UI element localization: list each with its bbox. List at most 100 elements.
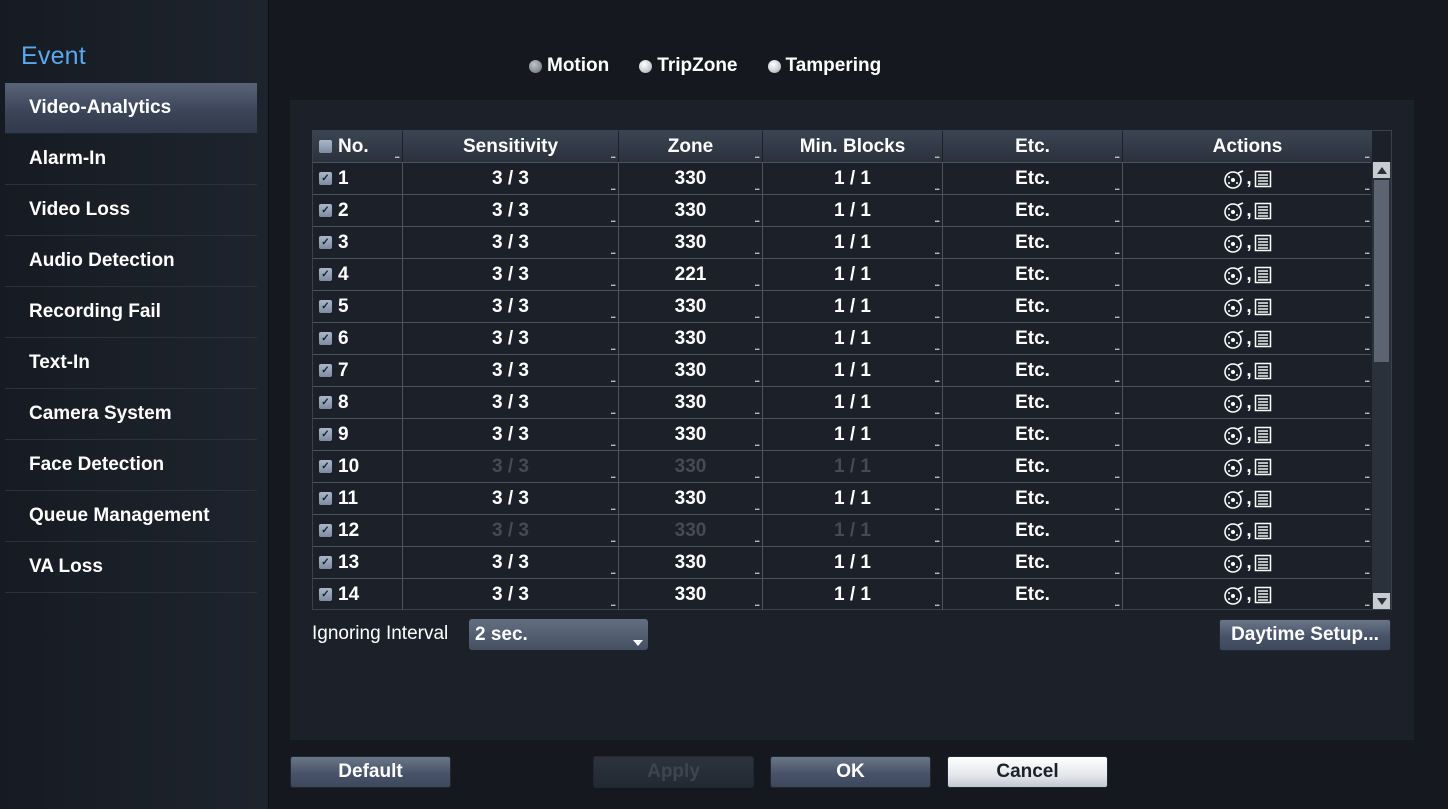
cell-edit-handle[interactable]: ... (754, 471, 759, 480)
cell-etc[interactable]: Etc.... (943, 579, 1123, 610)
cell-edit-handle[interactable]: ... (1114, 311, 1119, 320)
cell-edit-handle[interactable]: ... (934, 535, 939, 544)
cell-min-blocks[interactable]: 1 / 1... (763, 419, 943, 450)
cell-etc[interactable]: Etc.... (943, 291, 1123, 322)
cell-edit-handle[interactable]: ... (934, 343, 939, 352)
row-checkbox[interactable]: ✓ (319, 428, 332, 441)
alarm-dial-icon[interactable] (1223, 201, 1245, 221)
cell-sensitivity[interactable]: 3 / 3... (403, 323, 619, 354)
cell-edit-handle[interactable]: ... (934, 311, 939, 320)
list-icon[interactable] (1254, 394, 1272, 412)
sidebar-item-face-detection[interactable]: Face Detection (5, 440, 257, 491)
row-checkbox[interactable]: ✓ (319, 236, 332, 249)
cell-min-blocks[interactable]: 1 / 1... (763, 387, 943, 418)
cell-actions[interactable]: ,... (1123, 259, 1372, 290)
row-checkbox[interactable]: ✓ (319, 364, 332, 377)
cell-edit-handle[interactable]: ... (934, 375, 939, 384)
cell-edit-handle[interactable]: ... (754, 343, 759, 352)
sidebar-item-camera-system[interactable]: Camera System (5, 389, 257, 440)
cell-edit-handle[interactable]: ... (1114, 535, 1119, 544)
cell-zone[interactable]: 330... (619, 291, 763, 322)
cell-edit-handle[interactable]: ... (1364, 247, 1369, 256)
table-row[interactable]: ✓ 4 3 / 3... 221... 1 / 1... Etc....,... (313, 258, 1372, 290)
row-checkbox[interactable]: ✓ (319, 492, 332, 505)
sidebar-item-queue-management[interactable]: Queue Management (5, 491, 257, 542)
cell-sensitivity[interactable]: 3 / 3... (403, 579, 619, 610)
cell-sensitivity[interactable]: 3 / 3... (403, 291, 619, 322)
radio-button-icon[interactable] (639, 59, 653, 73)
cell-sensitivity[interactable]: 3 / 3... (403, 547, 619, 578)
cell-edit-handle[interactable]: ... (1114, 343, 1119, 352)
cell-edit-handle[interactable]: ... (934, 567, 939, 576)
cell-edit-handle[interactable]: ... (934, 279, 939, 288)
cell-sensitivity[interactable]: 3 / 3... (403, 515, 619, 546)
cell-actions[interactable]: ,... (1123, 419, 1372, 450)
cell-zone[interactable]: 330... (619, 451, 763, 482)
row-checkbox[interactable]: ✓ (319, 556, 332, 569)
cell-no[interactable]: ✓ 14 (313, 579, 403, 610)
cell-edit-handle[interactable]: ... (1114, 503, 1119, 512)
default-button[interactable]: Default (290, 756, 451, 788)
list-icon[interactable] (1254, 426, 1272, 444)
cell-edit-handle[interactable]: ... (754, 375, 759, 384)
cell-edit-handle[interactable]: ... (610, 215, 615, 224)
cell-edit-handle[interactable]: ... (754, 407, 759, 416)
cell-no[interactable]: ✓ 3 (313, 227, 403, 258)
cell-actions[interactable]: ,... (1123, 483, 1372, 514)
cell-actions[interactable]: ,... (1123, 163, 1372, 194)
row-checkbox[interactable]: ✓ (319, 332, 332, 345)
cell-edit-handle[interactable]: ... (610, 407, 615, 416)
cell-no[interactable]: ✓ 10 (313, 451, 403, 482)
cell-zone[interactable]: 330... (619, 515, 763, 546)
cell-min-blocks[interactable]: 1 / 1... (763, 291, 943, 322)
cell-zone[interactable]: 330... (619, 387, 763, 418)
cell-edit-handle[interactable]: ... (1114, 471, 1119, 480)
cell-edit-handle[interactable]: ... (754, 503, 759, 512)
cell-edit-handle[interactable]: ... (934, 599, 939, 608)
list-icon[interactable] (1254, 554, 1272, 572)
cell-no[interactable]: ✓ 9 (313, 419, 403, 450)
sidebar-item-video-analytics[interactable]: Video-Analytics (5, 83, 257, 134)
column-resize-handle[interactable]: ... (934, 151, 939, 160)
alarm-dial-icon[interactable] (1223, 297, 1245, 317)
row-actions[interactable]: , (1223, 424, 1271, 446)
table-row[interactable]: ✓ 2 3 / 3... 330... 1 / 1... Etc....,... (313, 194, 1372, 226)
list-icon[interactable] (1254, 234, 1272, 252)
row-actions[interactable]: , (1223, 552, 1271, 574)
cell-edit-handle[interactable]: ... (1364, 599, 1369, 608)
radio-tripzone[interactable]: TripZone (639, 55, 738, 77)
grid-scrollbar[interactable] (1371, 162, 1391, 609)
cell-zone[interactable]: 330... (619, 195, 763, 226)
cell-no[interactable]: ✓ 13 (313, 547, 403, 578)
cell-sensitivity[interactable]: 3 / 3... (403, 259, 619, 290)
sidebar-item-va-loss[interactable]: VA Loss (5, 542, 257, 593)
cell-sensitivity[interactable]: 3 / 3... (403, 451, 619, 482)
cell-edit-handle[interactable]: ... (610, 343, 615, 352)
cell-min-blocks[interactable]: 1 / 1... (763, 259, 943, 290)
cell-edit-handle[interactable]: ... (934, 439, 939, 448)
alarm-dial-icon[interactable] (1223, 329, 1245, 349)
cell-zone[interactable]: 330... (619, 547, 763, 578)
cell-edit-handle[interactable]: ... (754, 439, 759, 448)
row-checkbox[interactable]: ✓ (319, 172, 332, 185)
cell-etc[interactable]: Etc.... (943, 515, 1123, 546)
alarm-dial-icon[interactable] (1223, 169, 1245, 189)
cell-actions[interactable]: ,... (1123, 579, 1372, 610)
cell-etc[interactable]: Etc.... (943, 163, 1123, 194)
alarm-dial-icon[interactable] (1223, 425, 1245, 445)
row-actions[interactable]: , (1223, 392, 1271, 414)
cell-edit-handle[interactable]: ... (1364, 215, 1369, 224)
table-row[interactable]: ✓ 7 3 / 3... 330... 1 / 1... Etc....,... (313, 354, 1372, 386)
row-actions[interactable]: , (1223, 456, 1271, 478)
apply-button[interactable]: Apply (593, 756, 754, 788)
cell-etc[interactable]: Etc.... (943, 483, 1123, 514)
table-row[interactable]: ✓ 5 3 / 3... 330... 1 / 1... Etc....,... (313, 290, 1372, 322)
cell-edit-handle[interactable]: ... (754, 183, 759, 192)
cell-etc[interactable]: Etc.... (943, 355, 1123, 386)
list-icon[interactable] (1254, 266, 1272, 284)
table-row[interactable]: ✓ 10 3 / 3... 330... 1 / 1... Etc....,... (313, 450, 1372, 482)
cell-actions[interactable]: ,... (1123, 387, 1372, 418)
ignoring-interval-select[interactable]: 2 sec. (469, 619, 648, 650)
header-etc[interactable]: Etc. ... (943, 131, 1123, 162)
cell-min-blocks[interactable]: 1 / 1... (763, 547, 943, 578)
